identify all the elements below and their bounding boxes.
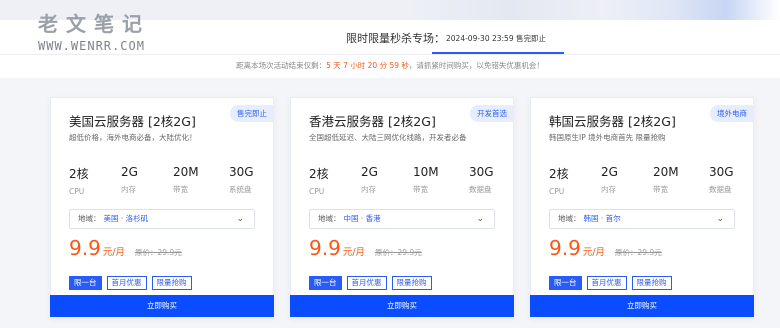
tag-limited: 限量抢购 (391, 276, 432, 290)
banner-image (600, 0, 780, 20)
product-card-us: 售完即止 美国云服务器 [2核2G] 超低价格，海外电商必备，大陆优化！ 2核 C… (50, 97, 274, 317)
tab-flash-sale-session[interactable]: 2024-09-30 23:59 售完即止 (432, 20, 564, 54)
product-description: 韩国原生IP 境外电商首先 限量抢购 (549, 133, 666, 142)
watermark: 老文笔记 WWW.WENRR.COM (38, 8, 150, 53)
spec-bandwidth: 10M 带宽 (413, 165, 439, 195)
spec-value: 2G (601, 165, 618, 179)
region-value: 中国 · 香港 (343, 214, 381, 223)
buy-now-button[interactable]: 立即购买 (50, 295, 274, 317)
spec-value: 30G (229, 165, 254, 179)
region-select[interactable]: 地域： 中国 · 香港 ⌄ (309, 209, 495, 229)
spec-value: 20M (173, 165, 199, 179)
spec-disk: 30G 数据盘 (709, 165, 734, 195)
watermark-cn: 老文笔记 (38, 12, 150, 36)
spec-label: CPU (69, 187, 85, 196)
spec-memory: 2G 内存 (601, 165, 618, 195)
countdown-suffix: ，请抓紧时间购买，以免错失优惠机会！ (408, 61, 544, 70)
tag-list: 限一台 首月优惠 限量抢购 (549, 270, 677, 290)
spec-memory: 2G 内存 (361, 165, 378, 195)
tag-list: 限一台 首月优惠 限量抢购 (69, 270, 197, 290)
region-select[interactable]: 地域： 美国 · 洛杉矶 ⌄ (69, 209, 255, 229)
product-description: 全国超低延迟、大陆三网优化线路，开发者必备 (309, 133, 467, 142)
flash-sale-title: 限时限量秒杀专场： (346, 32, 445, 45)
price-value: 9.9 (69, 236, 101, 260)
buy-now-button[interactable]: 立即购买 (530, 295, 754, 317)
spec-label: CPU (309, 187, 325, 196)
spec-value: 2核 (549, 167, 569, 181)
spec-value: 2核 (69, 167, 89, 181)
spec-label: 数据盘 (469, 185, 492, 194)
product-description: 超低价格，海外电商必备，大陆优化！ (69, 133, 197, 142)
original-price: 原价：29.9元 (375, 248, 422, 257)
price-value: 9.9 (309, 236, 341, 260)
spec-label: 带宽 (173, 185, 188, 194)
tag-limit-one: 限一台 (549, 276, 582, 290)
spec-label: 带宽 (413, 185, 428, 194)
product-badge: 境外电商 (710, 105, 754, 122)
product-badge: 售完即止 (230, 105, 274, 122)
spec-value: 30G (709, 165, 734, 179)
watermark-en: WWW.WENRR.COM (38, 39, 145, 53)
tag-limit-one: 限一台 (309, 276, 342, 290)
price-unit: 元/月 (102, 247, 126, 258)
tag-first-month: 首月优惠 (346, 276, 387, 290)
product-name: 韩国云服务器 [2核2G] (549, 114, 676, 129)
chevron-down-icon: ⌄ (716, 214, 724, 224)
price: 9.9 元/月 原价：29.9元 (69, 236, 182, 260)
tag-first-month: 首月优惠 (586, 276, 627, 290)
price-unit: 元/月 (582, 247, 606, 258)
spec-value: 2G (361, 165, 378, 179)
spec-value: 20M (653, 165, 679, 179)
spec-label: 系统盘 (229, 185, 252, 194)
spec-label: CPU (549, 187, 565, 196)
spec-cpu: 2核 CPU (309, 165, 329, 196)
spec-label: 内存 (361, 185, 376, 194)
region-label: 地域： (318, 214, 341, 223)
product-badge: 开发首选 (470, 105, 514, 122)
spec-disk: 30G 系统盘 (229, 165, 254, 195)
spec-value: 2G (121, 165, 138, 179)
countdown-bar: 距离本场次活动结束仅剩：5 天 7 小时 20 分 59 秒，请抓紧时间购买，以… (0, 54, 780, 78)
tab-label: 2024-09-30 23:59 售完即止 (446, 34, 546, 43)
product-card-kr: 境外电商 韩国云服务器 [2核2G] 韩国原生IP 境外电商首先 限量抢购 2核… (530, 97, 754, 317)
product-name: 香港云服务器 [2核2G] (309, 114, 436, 129)
region-select[interactable]: 地域： 韩国 · 首尔 ⌄ (549, 209, 735, 229)
spec-label: 带宽 (653, 185, 668, 194)
price: 9.9 元/月 原价：29.9元 (549, 236, 662, 260)
region-value: 美国 · 洛杉矶 (103, 214, 149, 223)
original-price: 原价：29.9元 (615, 248, 662, 257)
region-value: 韩国 · 首尔 (583, 214, 621, 223)
spec-value: 2核 (309, 167, 329, 181)
product-card-hk: 开发首选 香港云服务器 [2核2G] 全国超低延迟、大陆三网优化线路，开发者必备… (290, 97, 514, 317)
original-price: 原价：29.9元 (135, 248, 182, 257)
banner-decoration (405, 0, 615, 20)
spec-bandwidth: 20M 带宽 (173, 165, 199, 195)
spec-cpu: 2核 CPU (549, 165, 569, 196)
tag-limited: 限量抢购 (151, 276, 192, 290)
price: 9.9 元/月 原价：29.9元 (309, 236, 422, 260)
countdown-prefix: 距离本场次活动结束仅剩： (236, 61, 327, 70)
chevron-down-icon: ⌄ (476, 214, 484, 224)
spec-label: 内存 (601, 185, 616, 194)
spec-memory: 2G 内存 (121, 165, 138, 195)
spec-value: 10M (413, 165, 439, 179)
spec-cpu: 2核 CPU (69, 165, 89, 196)
product-name: 美国云服务器 [2核2G] (69, 114, 196, 129)
price-unit: 元/月 (342, 247, 366, 258)
spec-bandwidth: 20M 带宽 (653, 165, 679, 195)
region-label: 地域： (558, 214, 581, 223)
chevron-down-icon: ⌄ (236, 214, 244, 224)
spec-label: 数据盘 (709, 185, 732, 194)
price-value: 9.9 (549, 236, 581, 260)
tag-limited: 限量抢购 (631, 276, 672, 290)
countdown-time: 5 天 7 小时 20 分 59 秒 (326, 61, 409, 70)
tag-first-month: 首月优惠 (106, 276, 147, 290)
spec-disk: 30G 数据盘 (469, 165, 494, 195)
buy-now-button[interactable]: 立即购买 (290, 295, 514, 317)
region-label: 地域： (78, 214, 101, 223)
tag-limit-one: 限一台 (69, 276, 102, 290)
spec-label: 内存 (121, 185, 136, 194)
tag-list: 限一台 首月优惠 限量抢购 (309, 270, 437, 290)
spec-value: 30G (469, 165, 494, 179)
